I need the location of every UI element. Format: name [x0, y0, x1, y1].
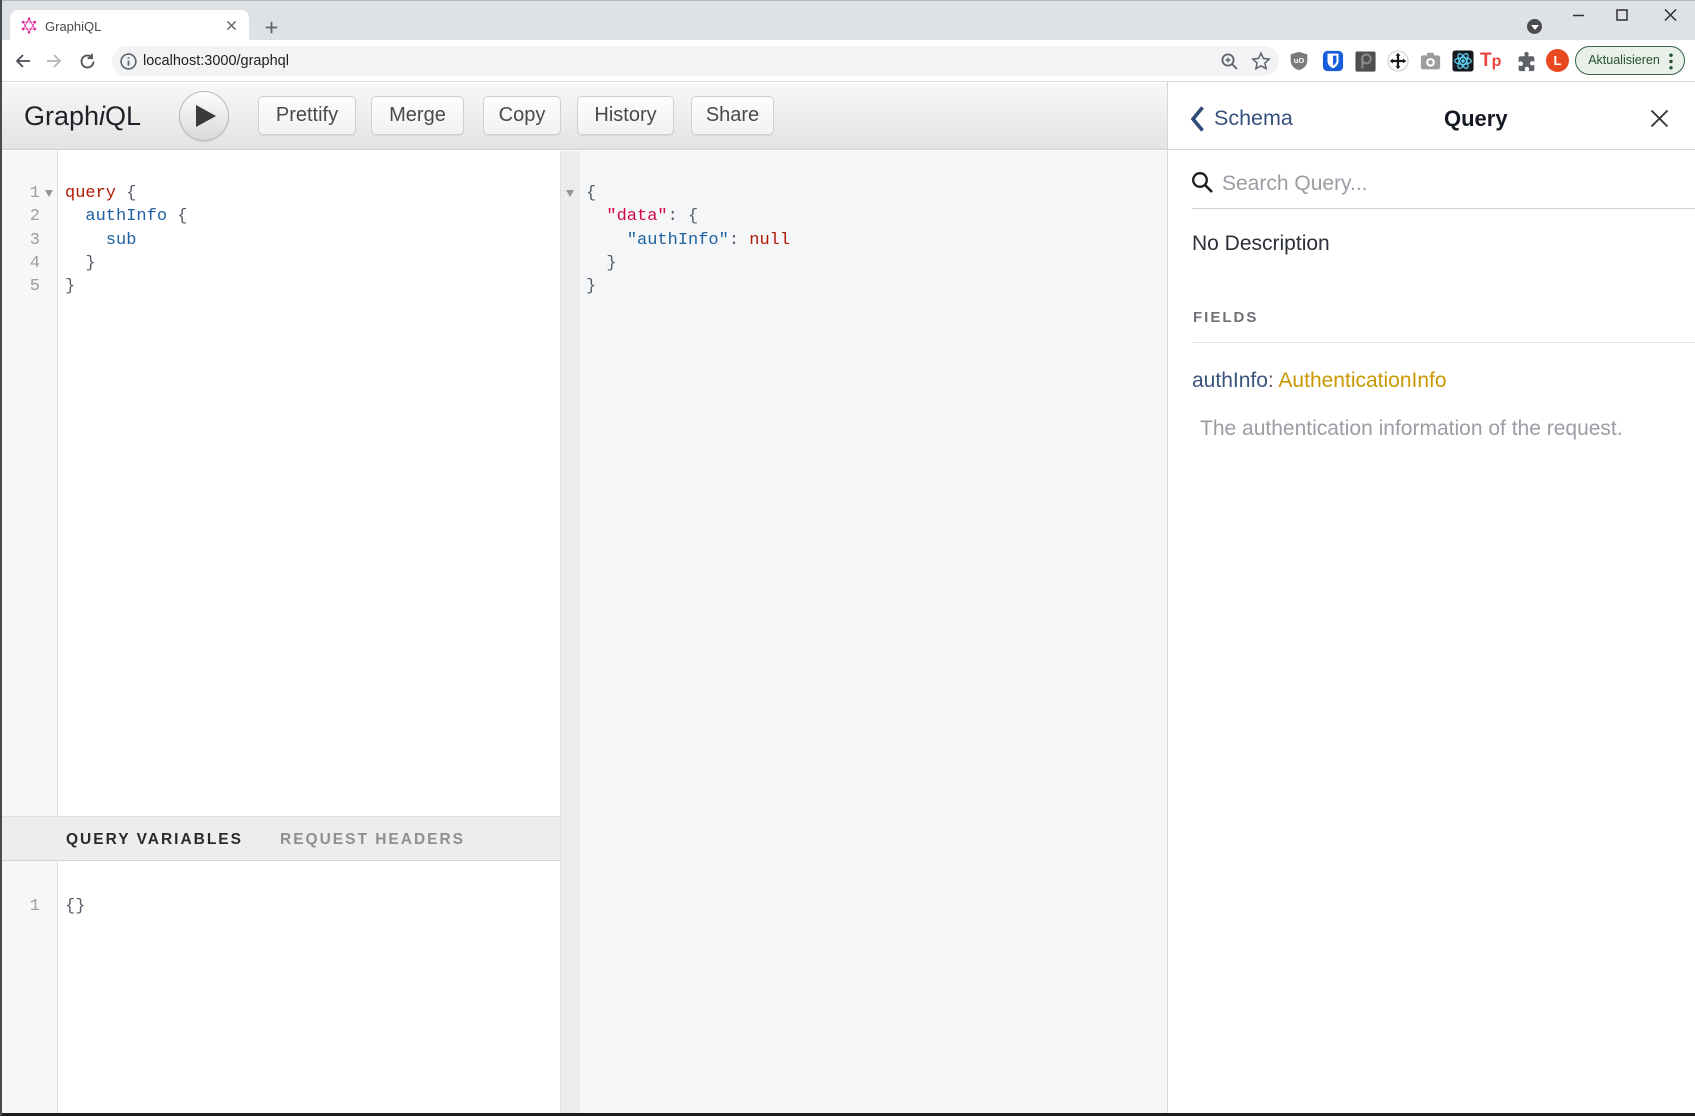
svg-text:uO: uO: [1294, 56, 1305, 65]
